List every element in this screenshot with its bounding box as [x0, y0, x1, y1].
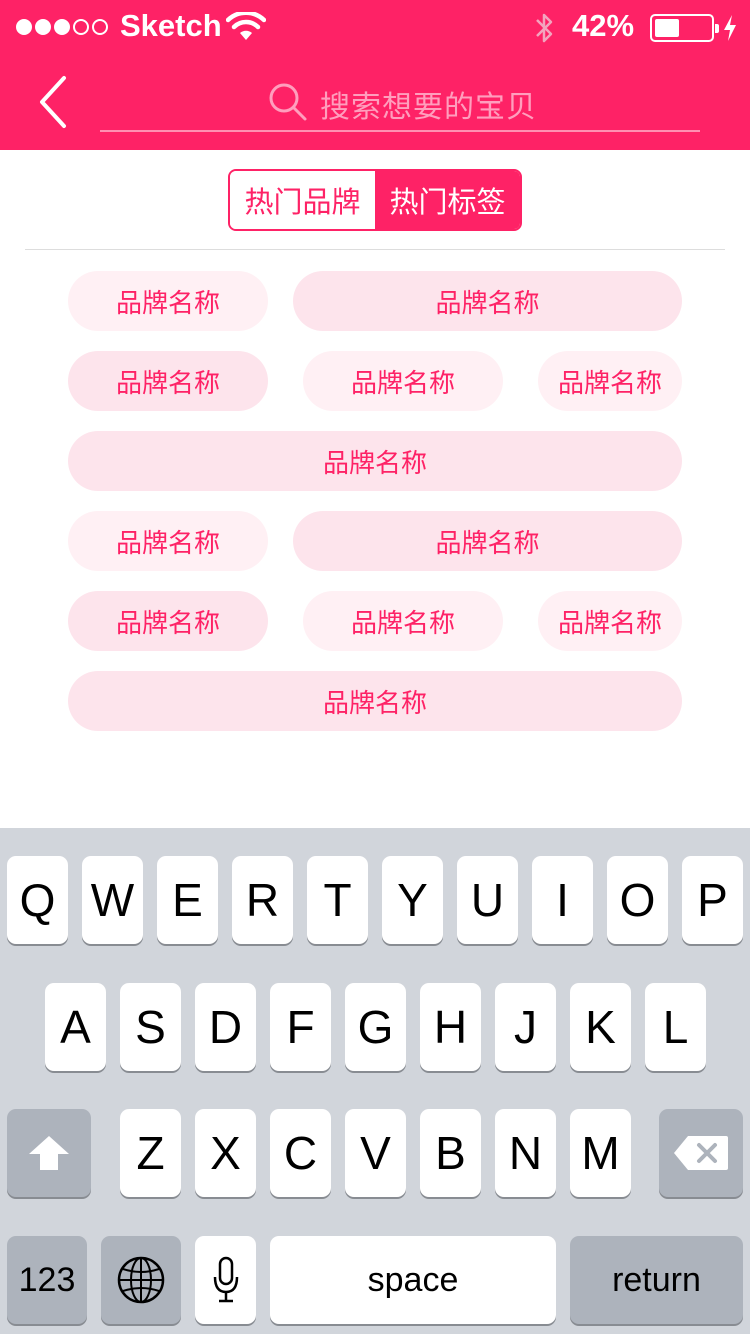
battery-fill [655, 19, 679, 37]
tag-chip[interactable]: 品牌名称 [68, 271, 268, 331]
search-icon [269, 83, 307, 121]
key-u[interactable]: U [457, 856, 518, 944]
key-l[interactable]: L [645, 983, 706, 1071]
key-o[interactable]: O [607, 856, 668, 944]
microphone-icon [213, 1256, 238, 1303]
key-j[interactable]: J [495, 983, 556, 1071]
key-p[interactable]: P [682, 856, 743, 944]
tag-chip[interactable]: 品牌名称 [68, 511, 268, 571]
bluetooth-icon [536, 13, 553, 43]
charging-bolt-icon [724, 15, 736, 41]
key-b[interactable]: B [420, 1109, 481, 1197]
key-y[interactable]: Y [382, 856, 443, 944]
signal-dot-filled [54, 19, 70, 35]
globe-icon [117, 1256, 165, 1304]
space-key[interactable]: space [270, 1236, 556, 1324]
key-t[interactable]: T [307, 856, 368, 944]
backspace-icon [674, 1136, 728, 1170]
key-i[interactable]: I [532, 856, 593, 944]
key-f[interactable]: F [270, 983, 331, 1071]
battery-icon [650, 14, 719, 42]
key-m[interactable]: M [570, 1109, 631, 1197]
tab-hot-tags[interactable]: 热门标签 [375, 171, 520, 229]
chevron-left-icon[interactable] [30, 74, 76, 130]
delete-key[interactable] [659, 1109, 743, 1197]
key-q[interactable]: Q [7, 856, 68, 944]
tag-chip[interactable]: 品牌名称 [303, 351, 503, 411]
tag-chip[interactable]: 品牌名称 [293, 511, 682, 571]
key-k[interactable]: K [570, 983, 631, 1071]
key-a[interactable]: A [45, 983, 106, 1071]
wifi-icon [226, 12, 266, 40]
numbers-key[interactable]: 123 [7, 1236, 87, 1324]
key-d[interactable]: D [195, 983, 256, 1071]
signal-dot-empty [73, 19, 89, 35]
key-v[interactable]: V [345, 1109, 406, 1197]
return-key[interactable]: return [570, 1236, 743, 1324]
key-g[interactable]: G [345, 983, 406, 1071]
battery-percentage: 42% [572, 8, 635, 43]
key-c[interactable]: C [270, 1109, 331, 1197]
tag-chip[interactable]: 品牌名称 [538, 351, 682, 411]
key-s[interactable]: S [120, 983, 181, 1071]
tag-chip[interactable]: 品牌名称 [303, 591, 503, 651]
signal-dot-filled [35, 19, 51, 35]
key-z[interactable]: Z [120, 1109, 181, 1197]
key-e[interactable]: E [157, 856, 218, 944]
microphone-key[interactable] [195, 1236, 256, 1324]
key-x[interactable]: X [195, 1109, 256, 1197]
search-input[interactable]: 搜索想要的宝贝 [100, 70, 700, 132]
keyboard: Q W E R T Y U I O P A S D F G H J K L Z … [0, 828, 750, 1334]
signal-strength-icon [16, 19, 108, 35]
tag-chip[interactable]: 品牌名称 [68, 671, 682, 731]
key-h[interactable]: H [420, 983, 481, 1071]
tag-chip[interactable]: 品牌名称 [68, 431, 682, 491]
tag-chip[interactable]: 品牌名称 [68, 351, 268, 411]
divider [25, 249, 725, 250]
header-bar: Sketch 42% 搜索想要的宝贝 [0, 0, 750, 150]
tab-hot-brands[interactable]: 热门品牌 [230, 171, 375, 229]
shift-arrow-icon [29, 1136, 69, 1170]
key-w[interactable]: W [82, 856, 143, 944]
tag-chip[interactable]: 品牌名称 [68, 591, 268, 651]
tag-chip[interactable]: 品牌名称 [293, 271, 682, 331]
signal-dot-filled [16, 19, 32, 35]
globe-key[interactable] [101, 1236, 181, 1324]
signal-dot-empty [92, 19, 108, 35]
status-bar: Sketch 42% [0, 0, 750, 54]
tag-chip[interactable]: 品牌名称 [538, 591, 682, 651]
search-placeholder: 搜索想要的宝贝 [320, 91, 537, 124]
battery-terminal [715, 24, 719, 33]
tab-switcher: 热门品牌 热门标签 [228, 169, 522, 231]
key-n[interactable]: N [495, 1109, 556, 1197]
carrier-name: Sketch [120, 8, 222, 43]
key-r[interactable]: R [232, 856, 293, 944]
shift-key[interactable] [7, 1109, 91, 1197]
